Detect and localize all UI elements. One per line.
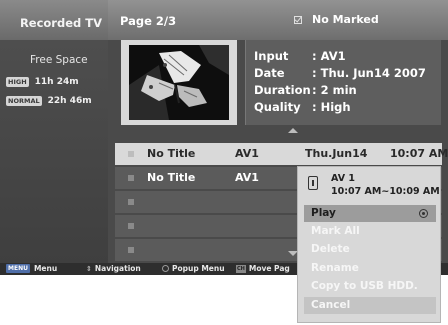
menu-item-label: Cancel <box>311 299 351 311</box>
popup-menu: AV 1 10:07 AM~10:09 AM Play Mark All Del… <box>297 166 441 323</box>
item-input: AV1 <box>235 171 259 184</box>
help-popup-label: Popup Menu <box>172 264 225 273</box>
info-icon <box>308 176 318 190</box>
info-date-value: : Thu. Jun14 2007 <box>312 66 426 80</box>
recording-info-panel: Input : AV1 Date : Thu. Jun14 2007 Duratio… <box>245 40 441 125</box>
menu-item-copy-to-usb[interactable]: Copy to USB HDD. <box>304 278 436 295</box>
menu-key-icon: MENU <box>6 264 30 273</box>
menu-item-cancel[interactable]: Cancel <box>304 297 436 314</box>
menu-item-mark-all[interactable]: Mark All <box>304 223 436 240</box>
info-quality-label: Quality <box>254 100 301 114</box>
sidebar-title: Recorded TV <box>19 16 102 30</box>
high-free-space-value: 11h 24m <box>34 76 79 87</box>
info-duration-row: Duration: 2 min <box>254 83 357 97</box>
info-date-row: Date : Thu. Jun14 2007 <box>254 66 426 80</box>
ok-button-icon <box>162 265 169 272</box>
checkbox-icon[interactable] <box>128 199 134 205</box>
menu-item-label: Rename <box>311 262 359 274</box>
header-bar: Page 2/3 No Marked <box>108 0 448 40</box>
normal-free-space-value: 22h 46m <box>47 95 92 106</box>
scroll-up-arrow-icon[interactable] <box>288 128 298 133</box>
high-quality-badge: HIGH <box>6 76 29 87</box>
info-input-value: : AV1 <box>312 49 346 63</box>
menu-item-label: Mark All <box>311 225 360 237</box>
navigation-arrows-icon: ⇕ <box>86 264 92 273</box>
marked-status: No Marked <box>294 13 379 26</box>
sidebar: Recorded TV Free Space HIGH 11h 24m NORM… <box>0 0 108 263</box>
item-time: 10:07 AM <box>390 147 448 160</box>
help-navigation-label: Navigation <box>94 264 141 273</box>
recording-thumbnail <box>129 45 229 120</box>
selected-radio-icon <box>419 209 428 218</box>
item-title: No Title <box>147 171 196 184</box>
butterfly-image <box>129 45 229 120</box>
checkbox-icon[interactable] <box>128 175 134 181</box>
popup-header: AV 1 10:07 AM~10:09 AM <box>298 167 440 203</box>
list-item[interactable]: No Title AV1 Thu.Jun14 10:07 AM <box>115 143 448 165</box>
menu-item-delete[interactable]: Delete <box>304 241 436 258</box>
checkbox-icon[interactable] <box>128 151 134 157</box>
info-date-label: Date <box>254 66 285 80</box>
info-input-row: Input : AV1 <box>254 49 346 63</box>
popup-time-range: 10:07 AM~10:09 AM <box>331 186 440 197</box>
menu-item-play[interactable]: Play <box>304 205 436 222</box>
free-space-normal-row: NORMAL 22h 46m <box>6 94 92 107</box>
checkbox-icon <box>294 15 302 24</box>
info-input-label: Input <box>254 49 289 63</box>
menu-item-label: Copy to USB HDD. <box>311 280 418 292</box>
item-input: AV1 <box>235 147 259 160</box>
help-menu-label: Menu <box>33 264 58 273</box>
checkbox-icon[interactable] <box>128 223 134 229</box>
thumbnail-frame <box>121 40 237 125</box>
checkbox-icon[interactable] <box>128 247 134 253</box>
page-indicator: Page 2/3 <box>120 14 177 28</box>
help-menu: MENU Menu <box>6 264 57 273</box>
help-popup: Popup Menu <box>162 264 225 273</box>
help-move-page: CH Move Pag <box>236 264 290 273</box>
normal-quality-badge: NORMAL <box>6 95 42 106</box>
item-title: No Title <box>147 147 196 160</box>
info-duration-value: : 2 min <box>312 83 357 97</box>
free-space-label: Free Space <box>30 54 88 66</box>
item-date: Thu.Jun14 <box>305 147 368 160</box>
help-navigation: ⇕ Navigation <box>86 264 141 273</box>
menu-item-label: Delete <box>311 243 350 255</box>
channel-key-icon: CH <box>236 264 246 273</box>
menu-item-label: Play <box>311 207 336 219</box>
info-quality-value: : High <box>312 100 351 114</box>
info-quality-row: Quality : High <box>254 100 351 114</box>
free-space-high-row: HIGH 11h 24m <box>6 75 79 88</box>
marked-label: No Marked <box>312 13 379 26</box>
help-move-label: Move Pag <box>248 264 290 273</box>
info-duration-label: Duration <box>254 83 311 97</box>
menu-item-rename[interactable]: Rename <box>304 260 436 277</box>
popup-channel: AV 1 <box>331 173 355 184</box>
